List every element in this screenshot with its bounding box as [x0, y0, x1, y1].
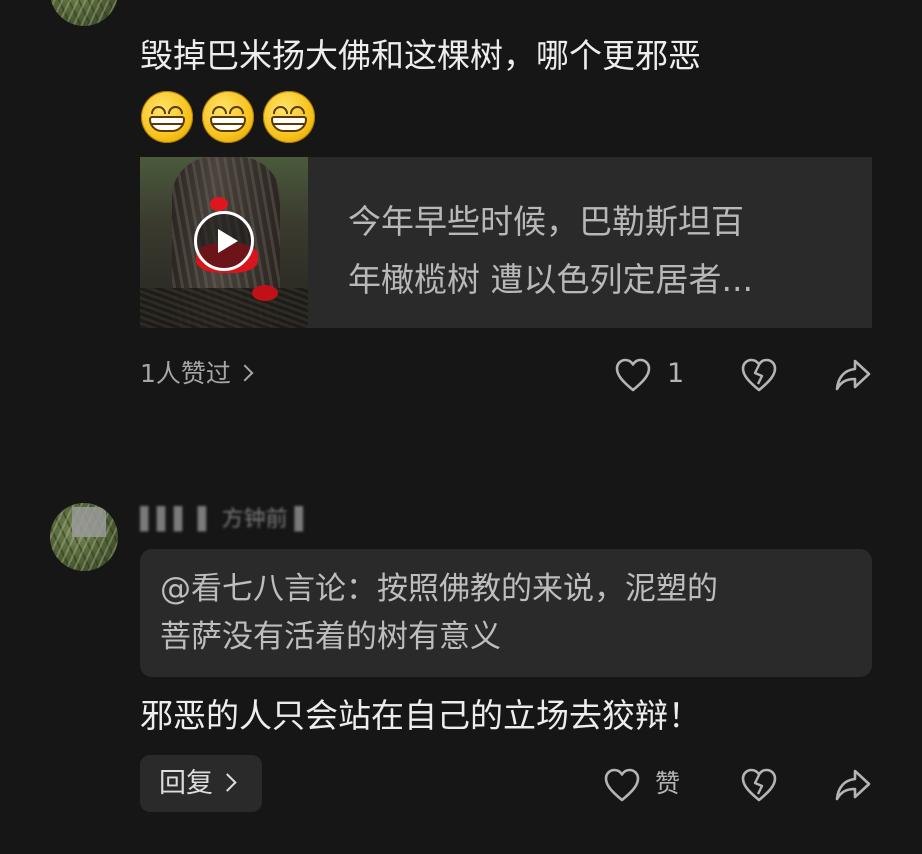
comment-text: 毁掉巴米扬大佛和这棵树，哪个更邪恶 [140, 36, 701, 75]
heart-icon[interactable] [603, 767, 641, 803]
share-icon[interactable] [834, 357, 872, 393]
like-count: 1 [667, 358, 685, 389]
video-card[interactable]: 今年早些时候，巴勒斯坦百 年橄榄树 遭以色列定居者... [140, 157, 872, 328]
reply-button[interactable]: 回复 [140, 755, 262, 812]
quoted-comment[interactable]: @看七八言论：按照佛教的来说，泥塑的 菩萨没有活着的树有意义 [140, 549, 872, 677]
reply-text: 邪恶的人只会站在自己的立场去狡辩！ [140, 696, 701, 735]
avatar-image [50, 0, 118, 26]
username-text: ▌▌▌ ▌ 方钟前 ▌ [140, 507, 312, 532]
share-icon[interactable] [834, 767, 872, 803]
video-title-line1: 今年早些时候，巴勒斯坦百 [348, 202, 744, 241]
grin-emoji-icon [263, 91, 315, 143]
play-icon[interactable] [194, 211, 254, 271]
like-label[interactable]: 赞 [655, 767, 680, 801]
broken-heart-icon[interactable] [740, 357, 778, 393]
chevron-right-icon [218, 773, 237, 792]
avatar-commenter[interactable] [50, 503, 118, 571]
quote-line1: @看七八言论：按照佛教的来说，泥塑的 [160, 571, 718, 607]
quote-line2: 菩萨没有活着的树有意义 [160, 619, 501, 655]
likes-summary-label: 1人赞过 [140, 359, 231, 388]
video-title-line2: 年橄榄树 遭以色列定居者... [348, 260, 753, 299]
grin-emoji-icon [141, 91, 193, 143]
grin-emoji-icon [202, 91, 254, 143]
heart-icon[interactable] [614, 357, 652, 393]
broken-heart-icon[interactable] [740, 767, 778, 803]
username[interactable]: ▌▌▌ ▌ 方钟前 ▌ [140, 506, 450, 534]
avatar-top[interactable] [50, 0, 118, 26]
chevron-right-icon [236, 364, 254, 382]
likes-summary[interactable]: 1人赞过 [140, 357, 254, 391]
video-thumbnail[interactable] [140, 157, 308, 328]
video-title[interactable]: 今年早些时候，巴勒斯坦百 年橄榄树 遭以色列定居者... [348, 193, 838, 309]
reply-label: 回复 [159, 768, 213, 799]
avatar-redaction [72, 507, 106, 537]
